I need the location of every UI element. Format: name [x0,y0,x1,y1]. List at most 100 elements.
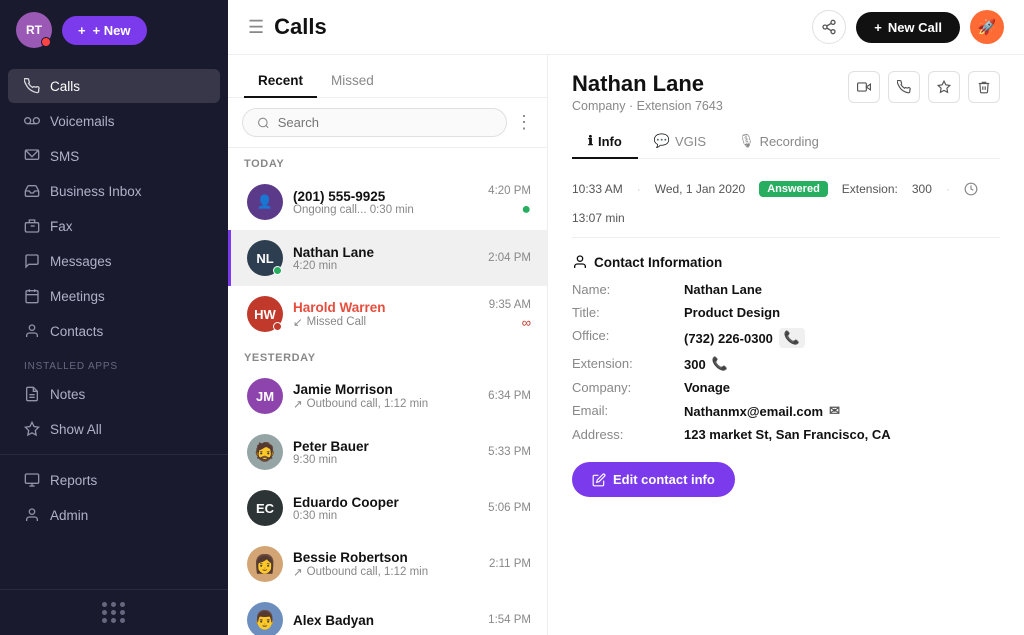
tab-missed[interactable]: Missed [317,65,388,98]
call-item[interactable]: 👩 Bessie Robertson ↗ Outbound call, 1:12… [228,536,547,592]
call-time: 10:33 AM [572,182,623,196]
call-avatar: JM [247,378,283,414]
rocket-icon-button[interactable]: 🚀 [970,10,1004,44]
call-name: Jamie Morrison [293,382,478,397]
sidebar-item-sms[interactable]: SMS [8,139,220,173]
extension-field-value: 300 📞 [684,356,1000,372]
sidebar-item-admin-label: Admin [50,508,88,523]
hamburger-icon[interactable]: ☰ [248,17,264,38]
contact-header: Nathan Lane Company · Extension 7643 [572,71,1000,113]
vgis-tab-icon: 💬 [654,133,670,149]
status-dot [273,266,282,275]
search-icon [257,116,270,130]
edit-contact-button[interactable]: Edit contact info [572,462,735,497]
sms-icon [24,148,40,164]
topbar: ☰ Calls + New Call 🚀 [228,0,1024,55]
call-item[interactable]: 🧔 Peter Bauer 9:30 min 5:33 PM [228,424,547,480]
extension-phone-icon: 📞 [712,356,728,372]
call-avatar: 👤 [247,184,283,220]
new-call-button[interactable]: + New Call [856,12,960,43]
phone-icon [24,78,40,94]
installed-apps-label: Installed Apps [0,349,228,376]
detail-tab-vgis[interactable]: 💬 VGIS [638,125,722,159]
sidebar-item-business-inbox[interactable]: Business Inbox [8,174,220,208]
sidebar-item-messages[interactable]: Messages [8,244,220,278]
call-item[interactable]: 👨 Alex Badyan 1:54 PM [228,592,547,635]
company-label: Company: [572,380,672,395]
call-avatar: 👨 [247,602,283,635]
address-label: Address: [572,427,672,442]
page-title: Calls [274,14,327,40]
title-label: Title: [572,305,672,320]
contact-actions [848,71,1000,103]
tab-recent[interactable]: Recent [244,65,317,98]
detail-tab-info[interactable]: ℹ Info [572,125,638,159]
call-item[interactable]: 👤 (201) 555-9925 Ongoing call... 0:30 mi… [228,174,547,230]
call-item[interactable]: EC Eduardo Cooper 0:30 min 5:06 PM [228,480,547,536]
email-icon: ✉ [829,403,840,419]
call-info: (201) 555-9925 Ongoing call... 0:30 min [293,189,478,216]
inbox-icon [24,183,40,199]
office-value: (732) 226-0300 📞 [684,328,1000,348]
sidebar-item-show-all[interactable]: Show All [8,412,220,446]
detail-tab-recording[interactable]: 🎙 Recording [722,125,835,159]
call-item[interactable]: HW Harold Warren ↙ Missed Call 9:35 AM ∞ [228,286,547,342]
today-label: Today [228,148,547,174]
call-avatar: NL [247,240,283,276]
sidebar-item-reports-label: Reports [50,473,97,488]
new-button[interactable]: + + New [62,16,147,45]
call-sub: 9:30 min [293,454,478,466]
sidebar-item-admin[interactable]: Admin [8,498,220,532]
trash-icon [977,80,991,94]
contact-info-icon [572,254,588,270]
call-avatar: EC [247,490,283,526]
call-avatar: 👩 [247,546,283,582]
video-button[interactable] [848,71,880,103]
content-area: Recent Missed ⋮ Today 👤 (201) [228,55,1024,635]
sidebar-item-contacts-label: Contacts [50,324,103,339]
search-input[interactable] [278,115,492,130]
sidebar: RT + + New Calls Voicemails SMS Business… [0,0,228,635]
star-button[interactable] [928,71,960,103]
call-sub: 4:20 min [293,260,478,272]
email-value: Nathanmx@email.com ✉ [684,403,1000,419]
call-item[interactable]: NL Nathan Lane 4:20 min 2:04 PM [228,230,547,286]
sidebar-item-notes[interactable]: Notes [8,377,220,411]
sidebar-item-contacts[interactable]: Contacts [8,314,220,348]
name-value: Nathan Lane [684,282,1000,297]
status-dot [273,322,282,331]
search-input-wrap[interactable] [242,108,507,137]
sidebar-item-meetings-label: Meetings [50,289,105,304]
app-grid-icon[interactable] [102,602,126,623]
call-name: Peter Bauer [293,439,478,454]
video-icon [857,80,871,94]
delete-button[interactable] [968,71,1000,103]
call-button[interactable] [888,71,920,103]
admin-icon [24,507,40,523]
call-sub: ↙ Missed Call [293,315,479,329]
sidebar-item-voicemails[interactable]: Voicemails [8,104,220,138]
extension-label: Extension: [842,182,898,196]
more-options-icon[interactable]: ⋮ [515,112,533,133]
sidebar-item-reports[interactable]: Reports [8,463,220,497]
sidebar-item-meetings[interactable]: Meetings [8,279,220,313]
info-tab-icon: ℹ [588,133,593,149]
call-name: Eduardo Cooper [293,495,478,510]
call-sub: 0:30 min [293,510,478,522]
office-phone-icon[interactable]: 📞 [779,328,805,348]
sidebar-item-fax-label: Fax [50,219,73,234]
call-item[interactable]: JM Jamie Morrison ↗ Outbound call, 1:12 … [228,368,547,424]
sidebar-item-show-all-label: Show All [50,422,102,437]
call-avatar: 🧔 [247,434,283,470]
call-name: Harold Warren [293,300,479,315]
extension-field-label: Extension: [572,356,672,372]
share-icon [821,19,837,35]
sidebar-item-sms-label: SMS [50,149,79,164]
sidebar-item-fax[interactable]: Fax [8,209,220,243]
sidebar-item-calls[interactable]: Calls [8,69,220,103]
call-sub: Ongoing call... 0:30 min [293,204,478,216]
share-icon-button[interactable] [812,10,846,44]
email-label: Email: [572,403,672,419]
call-name: (201) 555-9925 [293,189,478,204]
star-icon [937,80,951,94]
